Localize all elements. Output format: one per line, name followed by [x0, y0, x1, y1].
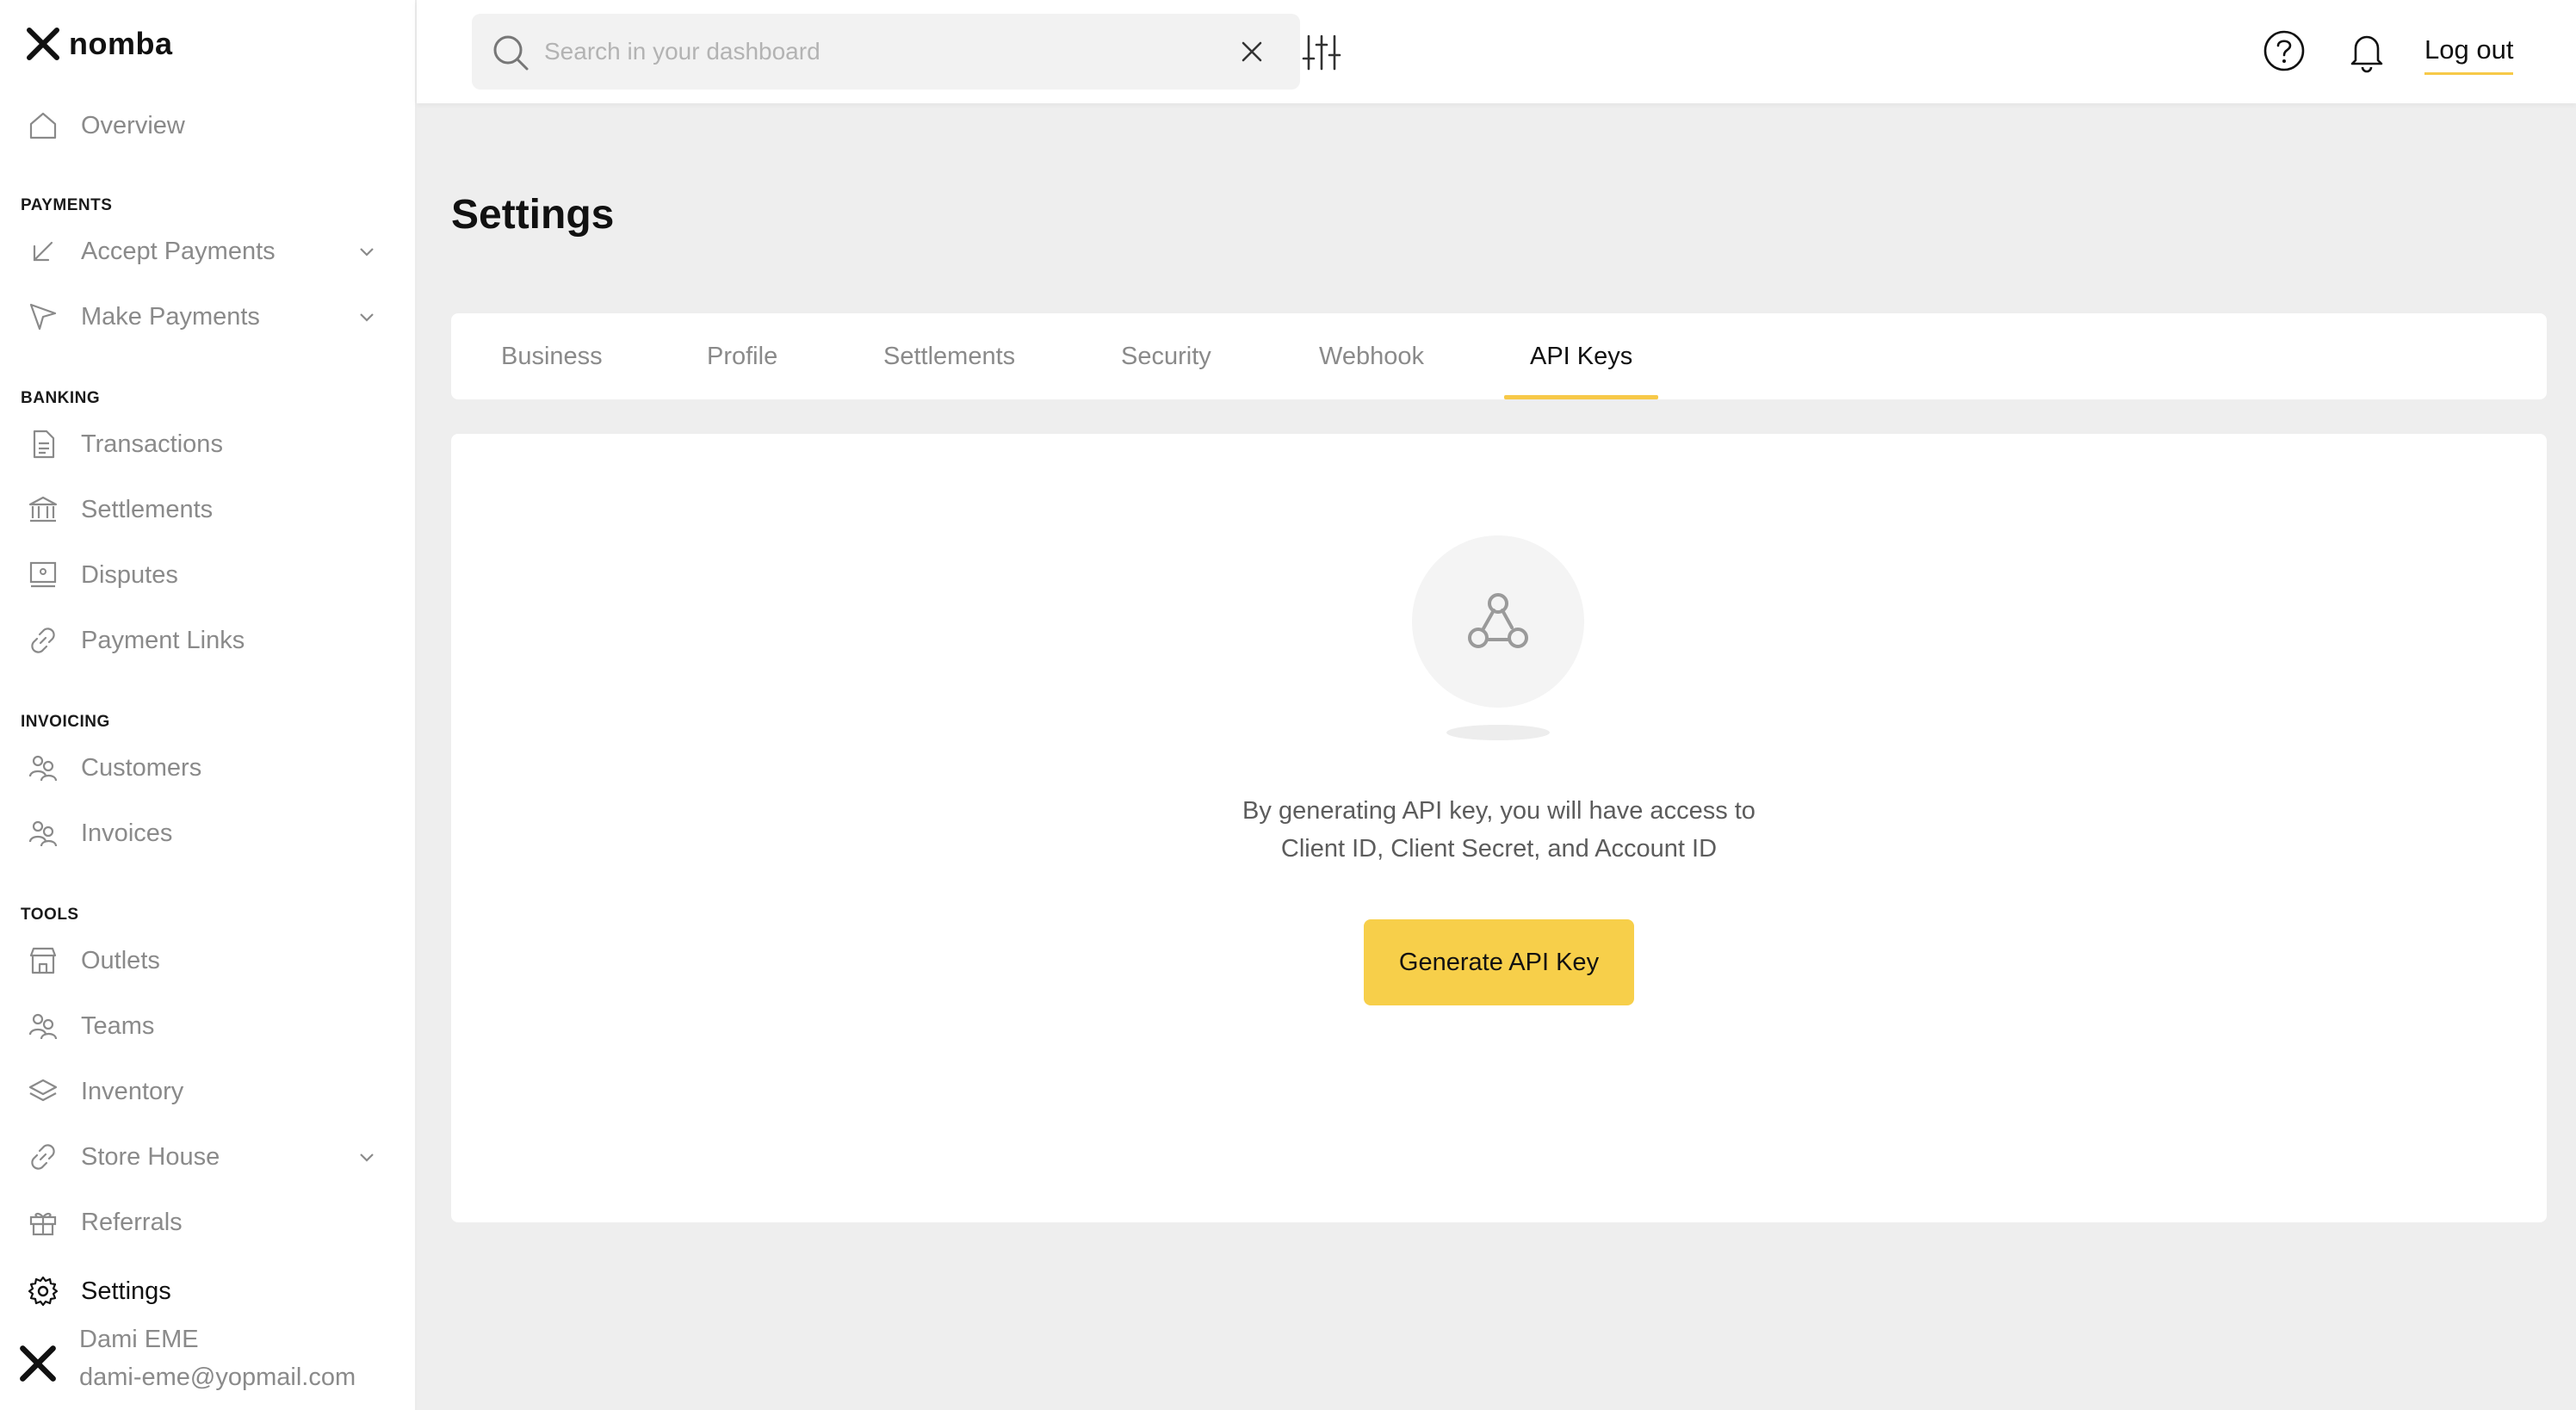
sidebar-item-label: Disputes [81, 560, 178, 589]
search-input[interactable] [544, 31, 1147, 72]
nomba-logo-icon [20, 1345, 56, 1382]
store-icon [26, 943, 60, 978]
sidebar: nomba Overview PAYMENTS Accept Payments … [0, 0, 417, 1410]
document-icon [26, 427, 60, 461]
user-email: dami-eme@yopmail.com [79, 1364, 356, 1391]
link-icon [26, 1140, 60, 1174]
illustration-shadow [1446, 725, 1550, 740]
bank-icon [26, 492, 60, 527]
sidebar-item-transactions[interactable]: Transactions [26, 420, 387, 468]
tab-profile[interactable]: Profile [707, 313, 777, 399]
arrow-down-left-icon [26, 234, 60, 269]
description-line-1: By generating API key, you will have acc… [1242, 797, 1756, 825]
sidebar-item-label: Referrals [81, 1208, 183, 1236]
search-bar[interactable] [472, 14, 1341, 90]
user-name: Dami EME [79, 1326, 199, 1353]
logout-link[interactable]: Log out [2424, 34, 2514, 75]
sidebar-item-disputes[interactable]: Disputes [26, 551, 387, 599]
sidebar-item-label: Store House [81, 1142, 220, 1171]
generate-api-key-button[interactable]: Generate API Key [1364, 919, 1634, 1005]
sidebar-item-make-payments[interactable]: Make Payments [26, 293, 387, 341]
sidebar-item-accept-payments[interactable]: Accept Payments [26, 227, 387, 275]
users-icon [26, 751, 60, 785]
tab-security[interactable]: Security [1121, 313, 1211, 399]
sidebar-item-label: Overview [81, 111, 185, 139]
user-profile[interactable]: Dami EME dami-eme@yopmail.com [14, 1324, 401, 1401]
sidebar-item-customers[interactable]: Customers [26, 744, 387, 792]
users-icon [26, 1009, 60, 1043]
section-title-tools: TOOLS [21, 906, 79, 924]
sidebar-item-settlements[interactable]: Settlements [26, 485, 387, 534]
sidebar-item-settings[interactable]: Settings [26, 1267, 387, 1315]
filter-sliders-icon[interactable] [1300, 31, 1343, 74]
description-line-2: Client ID, Client Secret, and Account ID [1280, 835, 1718, 863]
tab-webhook[interactable]: Webhook [1319, 313, 1424, 399]
webhook-icon [1468, 593, 1528, 648]
sidebar-item-label: Make Payments [81, 302, 260, 331]
sidebar-item-referrals[interactable]: Referrals [26, 1198, 387, 1246]
sidebar-item-label: Outlets [81, 946, 160, 974]
send-icon [26, 300, 60, 334]
tab-settlements[interactable]: Settlements [883, 313, 1015, 399]
tab-business[interactable]: Business [501, 313, 603, 399]
gear-icon [26, 1274, 60, 1308]
empty-state-description: By generating API key, you will have acc… [1198, 792, 1800, 868]
section-title-invoicing: INVOICING [21, 713, 110, 731]
link-icon [26, 623, 60, 658]
sidebar-item-label: Transactions [81, 430, 223, 458]
chevron-down-icon[interactable] [355, 305, 379, 329]
sidebar-item-overview[interactable]: Overview [26, 102, 387, 150]
api-keys-panel: By generating API key, you will have acc… [451, 434, 2547, 1222]
nomba-logo-icon [27, 28, 59, 60]
help-icon[interactable] [2261, 28, 2307, 74]
sidebar-item-label: Accept Payments [81, 237, 276, 265]
sidebar-item-inventory[interactable]: Inventory [26, 1067, 387, 1116]
sidebar-item-invoices[interactable]: Invoices [26, 809, 387, 857]
sidebar-item-label: Inventory [81, 1077, 184, 1105]
page-title: Settings [451, 192, 615, 238]
monitor-icon [26, 558, 60, 592]
empty-state-illustration [1412, 535, 1584, 708]
sidebar-item-outlets[interactable]: Outlets [26, 937, 387, 985]
users-icon [26, 816, 60, 850]
sidebar-item-label: Settlements [81, 495, 214, 523]
layers-icon [26, 1074, 60, 1109]
search-icon [493, 35, 529, 71]
section-title-banking: BANKING [21, 389, 101, 407]
gift-icon [26, 1205, 60, 1240]
sidebar-item-payment-links[interactable]: Payment Links [26, 616, 387, 665]
sidebar-item-label: Teams [81, 1011, 155, 1040]
close-icon[interactable] [1238, 38, 1266, 65]
sidebar-item-teams[interactable]: Teams [26, 1002, 387, 1050]
home-icon [26, 108, 60, 143]
brand-name: nomba [69, 26, 173, 61]
settings-tabs: Business Profile Settlements Security We… [451, 313, 2547, 399]
section-title-payments: PAYMENTS [21, 196, 113, 214]
brand-logo[interactable]: nomba [26, 24, 173, 64]
sidebar-item-label: Customers [81, 753, 202, 782]
chevron-down-icon[interactable] [355, 239, 379, 263]
bell-icon[interactable] [2344, 28, 2390, 74]
sidebar-item-label: Invoices [81, 819, 173, 847]
sidebar-item-label: Payment Links [81, 626, 245, 654]
sidebar-item-store-house[interactable]: Store House [26, 1133, 387, 1181]
tab-api-keys[interactable]: API Keys [1503, 313, 1659, 399]
topbar: Log out [417, 0, 2576, 103]
chevron-down-icon[interactable] [355, 1145, 379, 1169]
sidebar-item-label: Settings [81, 1277, 171, 1305]
